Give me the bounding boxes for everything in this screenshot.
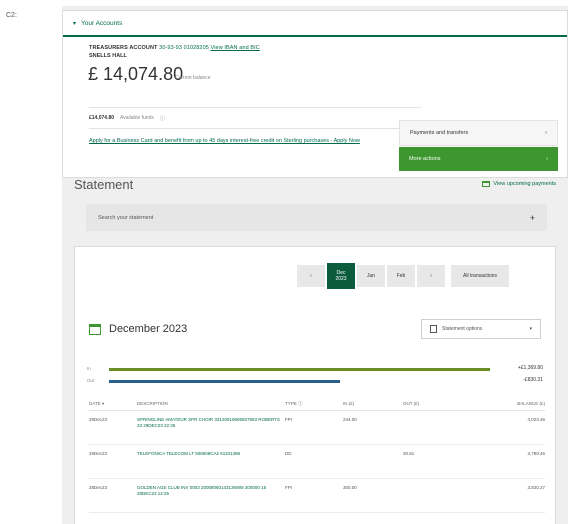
payments-label: Payments and transfers [410,130,469,136]
cell-label: C2: [6,12,17,19]
view-iban-link[interactable]: View IBAN and BIC [211,45,260,51]
balance-label: Current balance [175,75,211,81]
header-date[interactable]: DATE ▾ [89,401,137,407]
money-in-label: In [87,366,91,371]
calendar-icon [482,181,491,187]
header-in: IN (£) [343,401,355,406]
account-number: 01028205 [183,45,209,51]
all-transactions-button[interactable]: All transactions [451,265,509,287]
business-card-promo-link[interactable]: Apply for a Business Card and benefit fr… [89,137,379,145]
accounts-panel: ▾ Your Accounts TREASURERS ACCOUNT 30-93… [62,10,568,178]
table-row[interactable]: 28Dec23 GOLDEN AGE CLUB INV 0003 2000806… [89,479,545,513]
money-out-bar [109,380,340,383]
chevron-down-icon: ▾ [529,326,532,332]
txn-type: FPI [285,485,293,490]
money-in-total: +£1,369.80 [517,365,543,371]
statement-options-dropdown[interactable]: Statement options ▾ [421,319,541,339]
statement-options-left: Statement options [430,325,482,333]
header-description: DESCRIPTION [137,400,168,406]
money-out-summary: Out -£830.31 [87,377,543,387]
txn-balance: 4,023.46 [527,417,545,422]
search-statement-bar[interactable]: Search your statement + [86,204,547,231]
more-actions-label: More actions [409,156,441,162]
banking-page: ▾ Your Accounts TREASURERS ACCOUNT 30-93… [62,6,568,524]
plus-icon[interactable]: + [530,213,535,223]
txn-date: 29Dec23 [89,451,108,456]
txn-type: DD [285,451,292,456]
search-statement-label: Search your statement [98,214,154,221]
txn-out: 30.81 [403,451,415,456]
transactions-table: DATE ▾ DESCRIPTION TYPE ⓘ IN (£) OUT (£)… [89,397,545,513]
month-tab-jan[interactable]: Jan [357,265,385,287]
view-upcoming-payments-link[interactable]: View upcoming payments [482,181,556,187]
txn-date: 29Dec23 [89,417,108,422]
chevron-right-icon: › [546,156,548,162]
chevron-right-icon: › [545,130,547,136]
money-in-bar [109,368,490,371]
txn-date: 28Dec23 [89,485,108,490]
upcoming-label: View upcoming payments [493,181,556,187]
payments-transfers-button[interactable]: Payments and transfers › [399,120,558,146]
available-label: Available funds [120,115,154,121]
txn-in: 234.00 [343,417,357,422]
txn-description[interactable]: TELEFONICA TELECOM LT 508508CA2 61101398 [137,451,285,457]
table-row[interactable]: 29Dec23 SPRINGLINE AMATEUR SPR CHOIR 331… [89,411,545,445]
header-out: OUT (£) [403,401,420,406]
available-amount: £14,074.80 [89,115,115,121]
prev-month-button[interactable]: ‹ [297,265,325,287]
month-tab-dec[interactable]: Dec 2023 [327,263,355,289]
account-name: TREASURERS ACCOUNT [89,45,158,51]
month-heading: December 2023 [89,323,187,335]
month-tab-feb[interactable]: Feb [387,265,415,287]
next-month-button[interactable]: › [417,265,445,287]
txn-in: 300.00 [343,485,357,490]
month-navigation: ‹ Dec 2023 Jan Feb › All transactions [297,263,511,289]
txn-description[interactable]: GOLDEN AGE CLUB INV 0003 200080601431369… [137,485,285,497]
account-details-line: TREASURERS ACCOUNT 30-93-93 01028205 Vie… [89,45,260,51]
txn-balance: 3,789.46 [527,451,545,456]
table-header: DATE ▾ DESCRIPTION TYPE ⓘ IN (£) OUT (£)… [89,397,545,411]
more-actions-button[interactable]: More actions › [399,147,558,171]
txn-balance: 3,820.27 [527,485,545,490]
accounts-header[interactable]: ▾ Your Accounts [63,11,567,37]
money-out-label: Out [87,378,95,383]
header-balance: BALANCE (£) [517,401,545,406]
account-balance: £ 14,074.80 [88,64,184,84]
document-icon [430,325,437,333]
month-title: December 2023 [109,323,188,335]
txn-description[interactable]: SPRINGLINE AMATEUR SPR CHOIR 33120919806… [137,417,285,429]
statement-options-label: Statement options [442,326,483,332]
sort-code: 30-93-93 [159,45,182,51]
transactions-panel: ‹ Dec 2023 Jan Feb › All transactions De… [74,246,556,524]
money-in-summary: In +£1,369.80 [87,365,543,375]
txn-type: FPI [285,417,293,422]
calendar-icon [89,323,101,335]
accounts-header-label: Your Accounts [81,19,123,27]
chevron-down-icon: ▾ [73,20,77,27]
statement-heading: Statement [74,177,134,192]
account-holder: SNELLS HALL [89,53,127,59]
available-funds-row: £14,074.80 Available funds ⓘ [89,107,421,129]
money-out-total: -£830.31 [523,377,543,383]
table-row[interactable]: 29Dec23 TELEFONICA TELECOM LT 508508CA2 … [89,445,545,479]
month-tab-dec-year: 2023 [335,276,347,282]
header-type[interactable]: TYPE ⓘ [285,401,343,407]
info-icon[interactable]: ⓘ [160,115,165,122]
